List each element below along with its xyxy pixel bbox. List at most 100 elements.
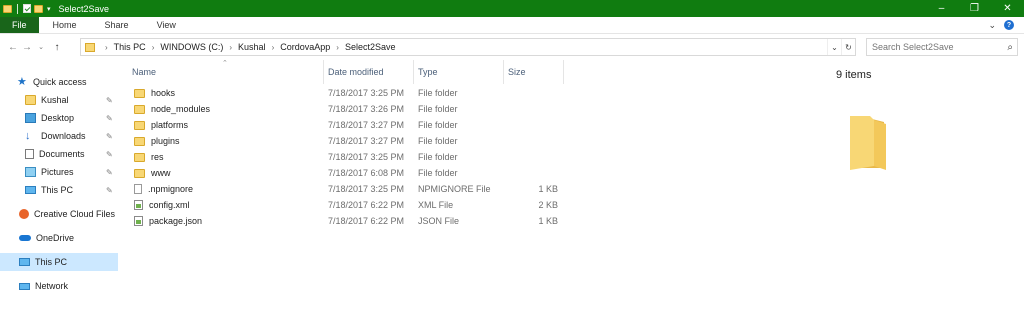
column-header-date[interactable]: Date modified (324, 60, 414, 84)
properties-icon[interactable] (23, 4, 31, 13)
file-row[interactable]: platforms 7/18/2017 3:27 PM File folder (130, 117, 564, 133)
tab-view[interactable]: View (143, 17, 190, 33)
json-file-icon (134, 216, 143, 226)
nav-item-pictures[interactable]: Pictures ✎ (0, 163, 118, 181)
title-bar: ▾ Select2Save – ❐ ✕ (0, 0, 1024, 17)
chevron-right-icon[interactable]: › (152, 43, 155, 52)
file-row[interactable]: .npmignore 7/18/2017 3:25 PM NPMIGNORE F… (130, 181, 564, 197)
file-name: plugins (151, 136, 180, 146)
file-size: 2 KB (538, 200, 558, 210)
refresh-icon[interactable]: ↻ (841, 39, 855, 55)
chevron-right-icon[interactable]: › (336, 43, 339, 52)
chevron-right-icon[interactable]: › (105, 43, 108, 52)
file-row[interactable]: hooks 7/18/2017 3:25 PM File folder (130, 85, 564, 101)
breadcrumb-windows-c[interactable]: WINDOWS (C:) (160, 42, 223, 52)
file-row[interactable]: plugins 7/18/2017 3:27 PM File folder (130, 133, 564, 149)
file-row[interactable]: package.json 7/18/2017 6:22 PM JSON File… (130, 213, 564, 229)
pin-icon[interactable]: ✎ (106, 168, 113, 177)
file-date: 7/18/2017 3:25 PM (328, 88, 405, 98)
divider (17, 3, 18, 14)
nav-label: Quick access (33, 77, 87, 87)
folder-icon (134, 120, 145, 130)
nav-item-desktop[interactable]: Desktop ✎ (0, 109, 118, 127)
file-name: hooks (151, 88, 176, 98)
file-date: 7/18/2017 3:26 PM (328, 104, 405, 114)
file-type: File folder (418, 104, 458, 114)
file-row[interactable]: res 7/18/2017 3:25 PM File folder (130, 149, 564, 165)
close-button[interactable]: ✕ (991, 0, 1024, 17)
file-type: File folder (418, 136, 458, 146)
recent-locations-icon[interactable]: ⌄ (34, 43, 48, 51)
search-icon[interactable]: ⌕ (1007, 42, 1013, 53)
folder-icon (134, 152, 145, 162)
help-icon[interactable]: ? (1004, 20, 1014, 30)
up-button[interactable]: ↑ (50, 42, 64, 53)
breadcrumb-kushal[interactable]: Kushal (238, 42, 266, 52)
file-name: www (151, 168, 171, 178)
maximize-button[interactable]: ❐ (958, 0, 991, 17)
file-date: 7/18/2017 3:27 PM (328, 120, 405, 130)
nav-network[interactable]: Network (0, 277, 118, 295)
column-header-size[interactable]: Size (504, 60, 564, 84)
pin-icon[interactable]: ✎ (106, 186, 113, 195)
nav-item-documents[interactable]: Documents ✎ (0, 145, 118, 163)
tab-file[interactable]: File (0, 17, 39, 33)
expand-ribbon-icon[interactable]: ⌄ (988, 20, 996, 31)
nav-this-pc[interactable]: This PC (0, 253, 118, 271)
nav-item-kushal[interactable]: Kushal ✎ (0, 91, 118, 109)
file-size: 1 KB (538, 184, 558, 194)
forward-button[interactable]: → (20, 42, 34, 53)
file-date: 7/18/2017 3:25 PM (328, 184, 405, 194)
minimize-button[interactable]: – (925, 0, 958, 17)
file-name: package.json (149, 216, 203, 226)
nav-label: Kushal (41, 95, 69, 105)
file-row[interactable]: www 7/18/2017 6:08 PM File folder (130, 165, 564, 181)
file-row[interactable]: node_modules 7/18/2017 3:26 PM File fold… (130, 101, 564, 117)
nav-item-this-pc-pinned[interactable]: This PC ✎ (0, 181, 118, 199)
file-date: 7/18/2017 3:27 PM (328, 136, 405, 146)
nav-quick-access[interactable]: ★ Quick access (0, 73, 118, 91)
address-dropdown-icon[interactable]: ⌄ (827, 39, 841, 55)
nav-creative-cloud[interactable]: Creative Cloud Files (0, 205, 118, 223)
nav-label: Pictures (41, 167, 74, 177)
file-date: 7/18/2017 6:22 PM (328, 200, 405, 210)
search-input[interactable] (872, 42, 1000, 52)
search-box[interactable]: ⌕ (866, 38, 1018, 56)
tab-home[interactable]: Home (39, 17, 91, 33)
customize-toolbar-dropdown[interactable]: ▾ (47, 5, 51, 13)
folder-icon (134, 88, 145, 98)
window-title: Select2Save (58, 3, 110, 14)
chevron-right-icon[interactable]: › (229, 43, 232, 52)
breadcrumb-cordovaapp[interactable]: CordovaApp (280, 42, 330, 52)
folder-icon[interactable] (3, 4, 12, 13)
documents-icon (25, 149, 34, 159)
chevron-right-icon[interactable]: › (272, 43, 275, 52)
address-row: ← → ⌄ ↑ › This PC › WINDOWS (C:) › Kusha… (0, 35, 1024, 59)
address-bar[interactable]: › This PC › WINDOWS (C:) › Kushal › Cord… (80, 38, 856, 56)
file-type: File folder (418, 88, 458, 98)
nav-item-downloads[interactable]: ↓ Downloads ✎ (0, 127, 118, 145)
desktop-icon (25, 113, 36, 123)
window-controls: – ❐ ✕ (925, 0, 1024, 17)
file-name: .npmignore (148, 184, 194, 194)
file-type: NPMIGNORE File (418, 184, 491, 194)
pin-icon[interactable]: ✎ (106, 150, 113, 159)
download-icon: ↓ (25, 130, 31, 142)
file-name: platforms (151, 120, 189, 130)
breadcrumb-select2save[interactable]: Select2Save (345, 42, 396, 52)
folder-icon (134, 104, 145, 114)
pin-icon[interactable]: ✎ (106, 132, 113, 141)
breadcrumb-this-pc[interactable]: This PC (114, 42, 146, 52)
pin-icon[interactable]: ✎ (106, 96, 113, 105)
back-button[interactable]: ← (6, 42, 20, 53)
new-folder-icon[interactable] (34, 4, 43, 13)
pin-icon[interactable]: ✎ (106, 114, 113, 123)
breadcrumb: › This PC › WINDOWS (C:) › Kushal › Cord… (99, 42, 396, 52)
file-type: File folder (418, 168, 458, 178)
column-header-name[interactable]: Name (128, 60, 324, 84)
column-header-type[interactable]: Type (414, 60, 504, 84)
file-row[interactable]: config.xml 7/18/2017 6:22 PM XML File 2 … (130, 197, 564, 213)
tab-share[interactable]: Share (91, 17, 143, 33)
cloud-icon (19, 235, 31, 241)
nav-onedrive[interactable]: OneDrive (0, 229, 118, 247)
